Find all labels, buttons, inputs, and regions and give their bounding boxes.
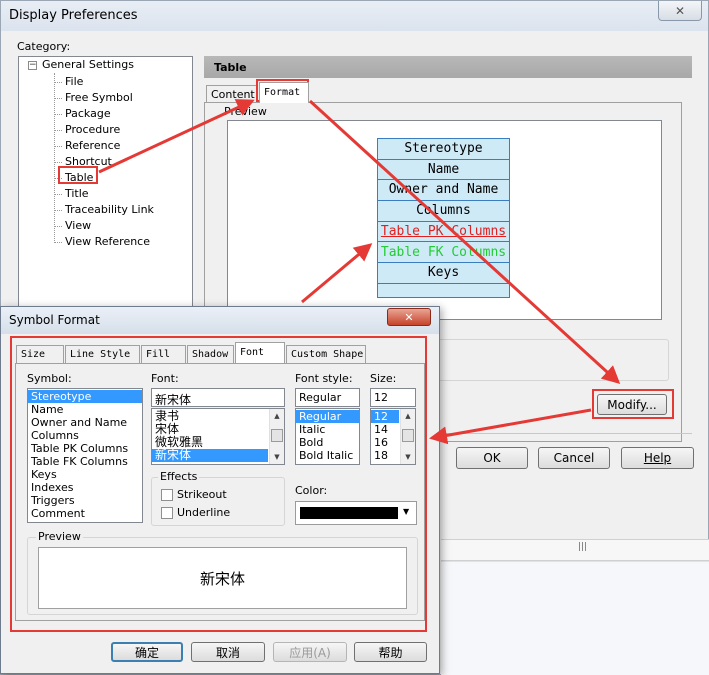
tab-font[interactable]: Font [235, 342, 285, 363]
arrow-table-to-format [98, 99, 255, 174]
annotation-arrows [98, 99, 621, 445]
arrow-modify-to-font-panel [429, 408, 592, 445]
arrow-format-to-modify [308, 99, 621, 385]
tab-format[interactable]: Format [259, 82, 309, 103]
arrow-to-table-preview [301, 243, 373, 304]
